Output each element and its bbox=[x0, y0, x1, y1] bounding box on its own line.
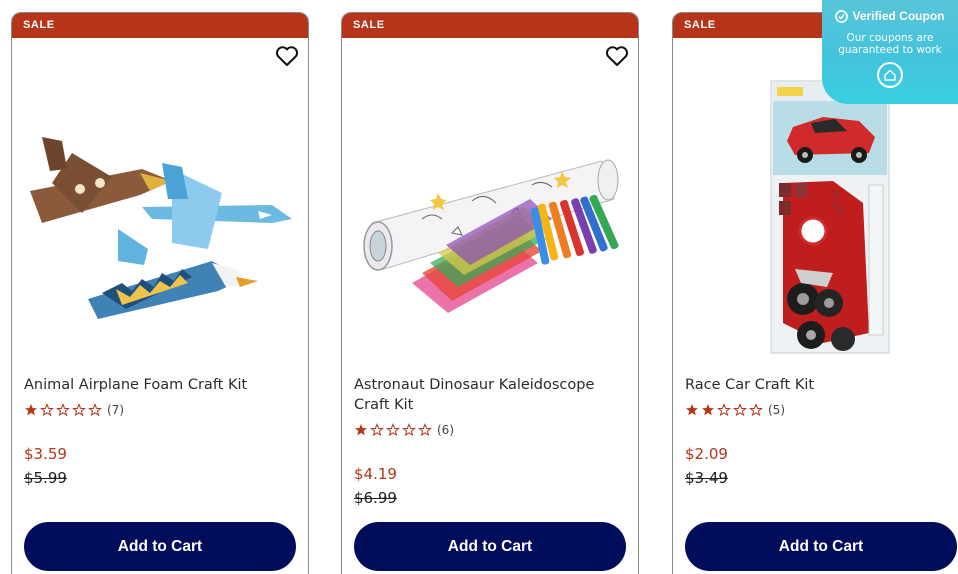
check-circle-icon bbox=[835, 9, 849, 23]
product-image-race-car[interactable] bbox=[683, 73, 958, 363]
star-filled-icon bbox=[702, 404, 714, 416]
sale-badge: SALE bbox=[342, 13, 638, 38]
star-outline-icon bbox=[402, 423, 416, 437]
product-grid: SALE Animal Airplane Foam Craft Kit (7) … bbox=[0, 0, 958, 574]
review-count: (7) bbox=[107, 403, 124, 417]
star-outline-icon bbox=[370, 423, 384, 437]
product-title[interactable]: Race Car Craft Kit bbox=[685, 375, 955, 395]
star-outline-icon bbox=[717, 403, 731, 417]
review-count: (5) bbox=[768, 403, 785, 417]
product-card[interactable]: SALE bbox=[11, 12, 309, 574]
star-outline-icon bbox=[72, 403, 86, 417]
star-outline-icon bbox=[56, 403, 70, 417]
star-outline-icon bbox=[88, 403, 102, 417]
product-title[interactable]: Animal Airplane Foam Craft Kit bbox=[24, 375, 294, 395]
star-outline-icon bbox=[40, 403, 54, 417]
star-filled-icon bbox=[355, 424, 367, 436]
add-to-cart-button[interactable]: Add to Cart bbox=[685, 522, 957, 571]
star-rating[interactable]: (6) bbox=[354, 423, 454, 437]
coupon-subtitle-line2: guaranteed to work bbox=[838, 44, 942, 56]
product-title[interactable]: Astronaut Dinosaur Kaleidoscope Craft Ki… bbox=[354, 375, 624, 415]
star-rating[interactable]: (5) bbox=[685, 403, 785, 417]
product-image-airplanes[interactable] bbox=[22, 73, 300, 363]
heart-outline-icon[interactable] bbox=[605, 45, 629, 67]
add-to-cart-button[interactable]: Add to Cart bbox=[354, 522, 626, 571]
sale-price: $4.19 bbox=[354, 465, 397, 483]
star-outline-icon bbox=[418, 423, 432, 437]
coupon-subtitle-line1: Our coupons are bbox=[846, 32, 934, 44]
heart-outline-icon[interactable] bbox=[275, 45, 299, 67]
review-count: (6) bbox=[437, 423, 454, 437]
original-price: $3.49 bbox=[685, 469, 728, 487]
coupon-subtitle: Our coupons are guaranteed to work bbox=[822, 32, 958, 56]
sale-price: $3.59 bbox=[24, 445, 67, 463]
original-price: $5.99 bbox=[24, 469, 67, 487]
house-logo-icon bbox=[877, 62, 903, 88]
star-outline-icon bbox=[749, 403, 763, 417]
sale-badge: SALE bbox=[12, 13, 308, 38]
star-outline-icon bbox=[386, 423, 400, 437]
add-to-cart-button[interactable]: Add to Cart bbox=[24, 522, 296, 571]
verified-coupon-widget[interactable]: Verified Coupon Our coupons are guarante… bbox=[822, 0, 958, 104]
sale-price: $2.09 bbox=[685, 445, 728, 463]
original-price: $6.99 bbox=[354, 489, 397, 507]
coupon-header: Verified Coupon bbox=[822, 9, 958, 23]
product-image-kaleidoscope[interactable] bbox=[352, 73, 630, 363]
star-outline-icon bbox=[733, 403, 747, 417]
star-filled-icon bbox=[686, 404, 698, 416]
coupon-title: Verified Coupon bbox=[852, 9, 945, 23]
star-rating[interactable]: (7) bbox=[24, 403, 124, 417]
star-filled-icon bbox=[25, 404, 37, 416]
product-card[interactable]: SALE bbox=[341, 12, 639, 574]
